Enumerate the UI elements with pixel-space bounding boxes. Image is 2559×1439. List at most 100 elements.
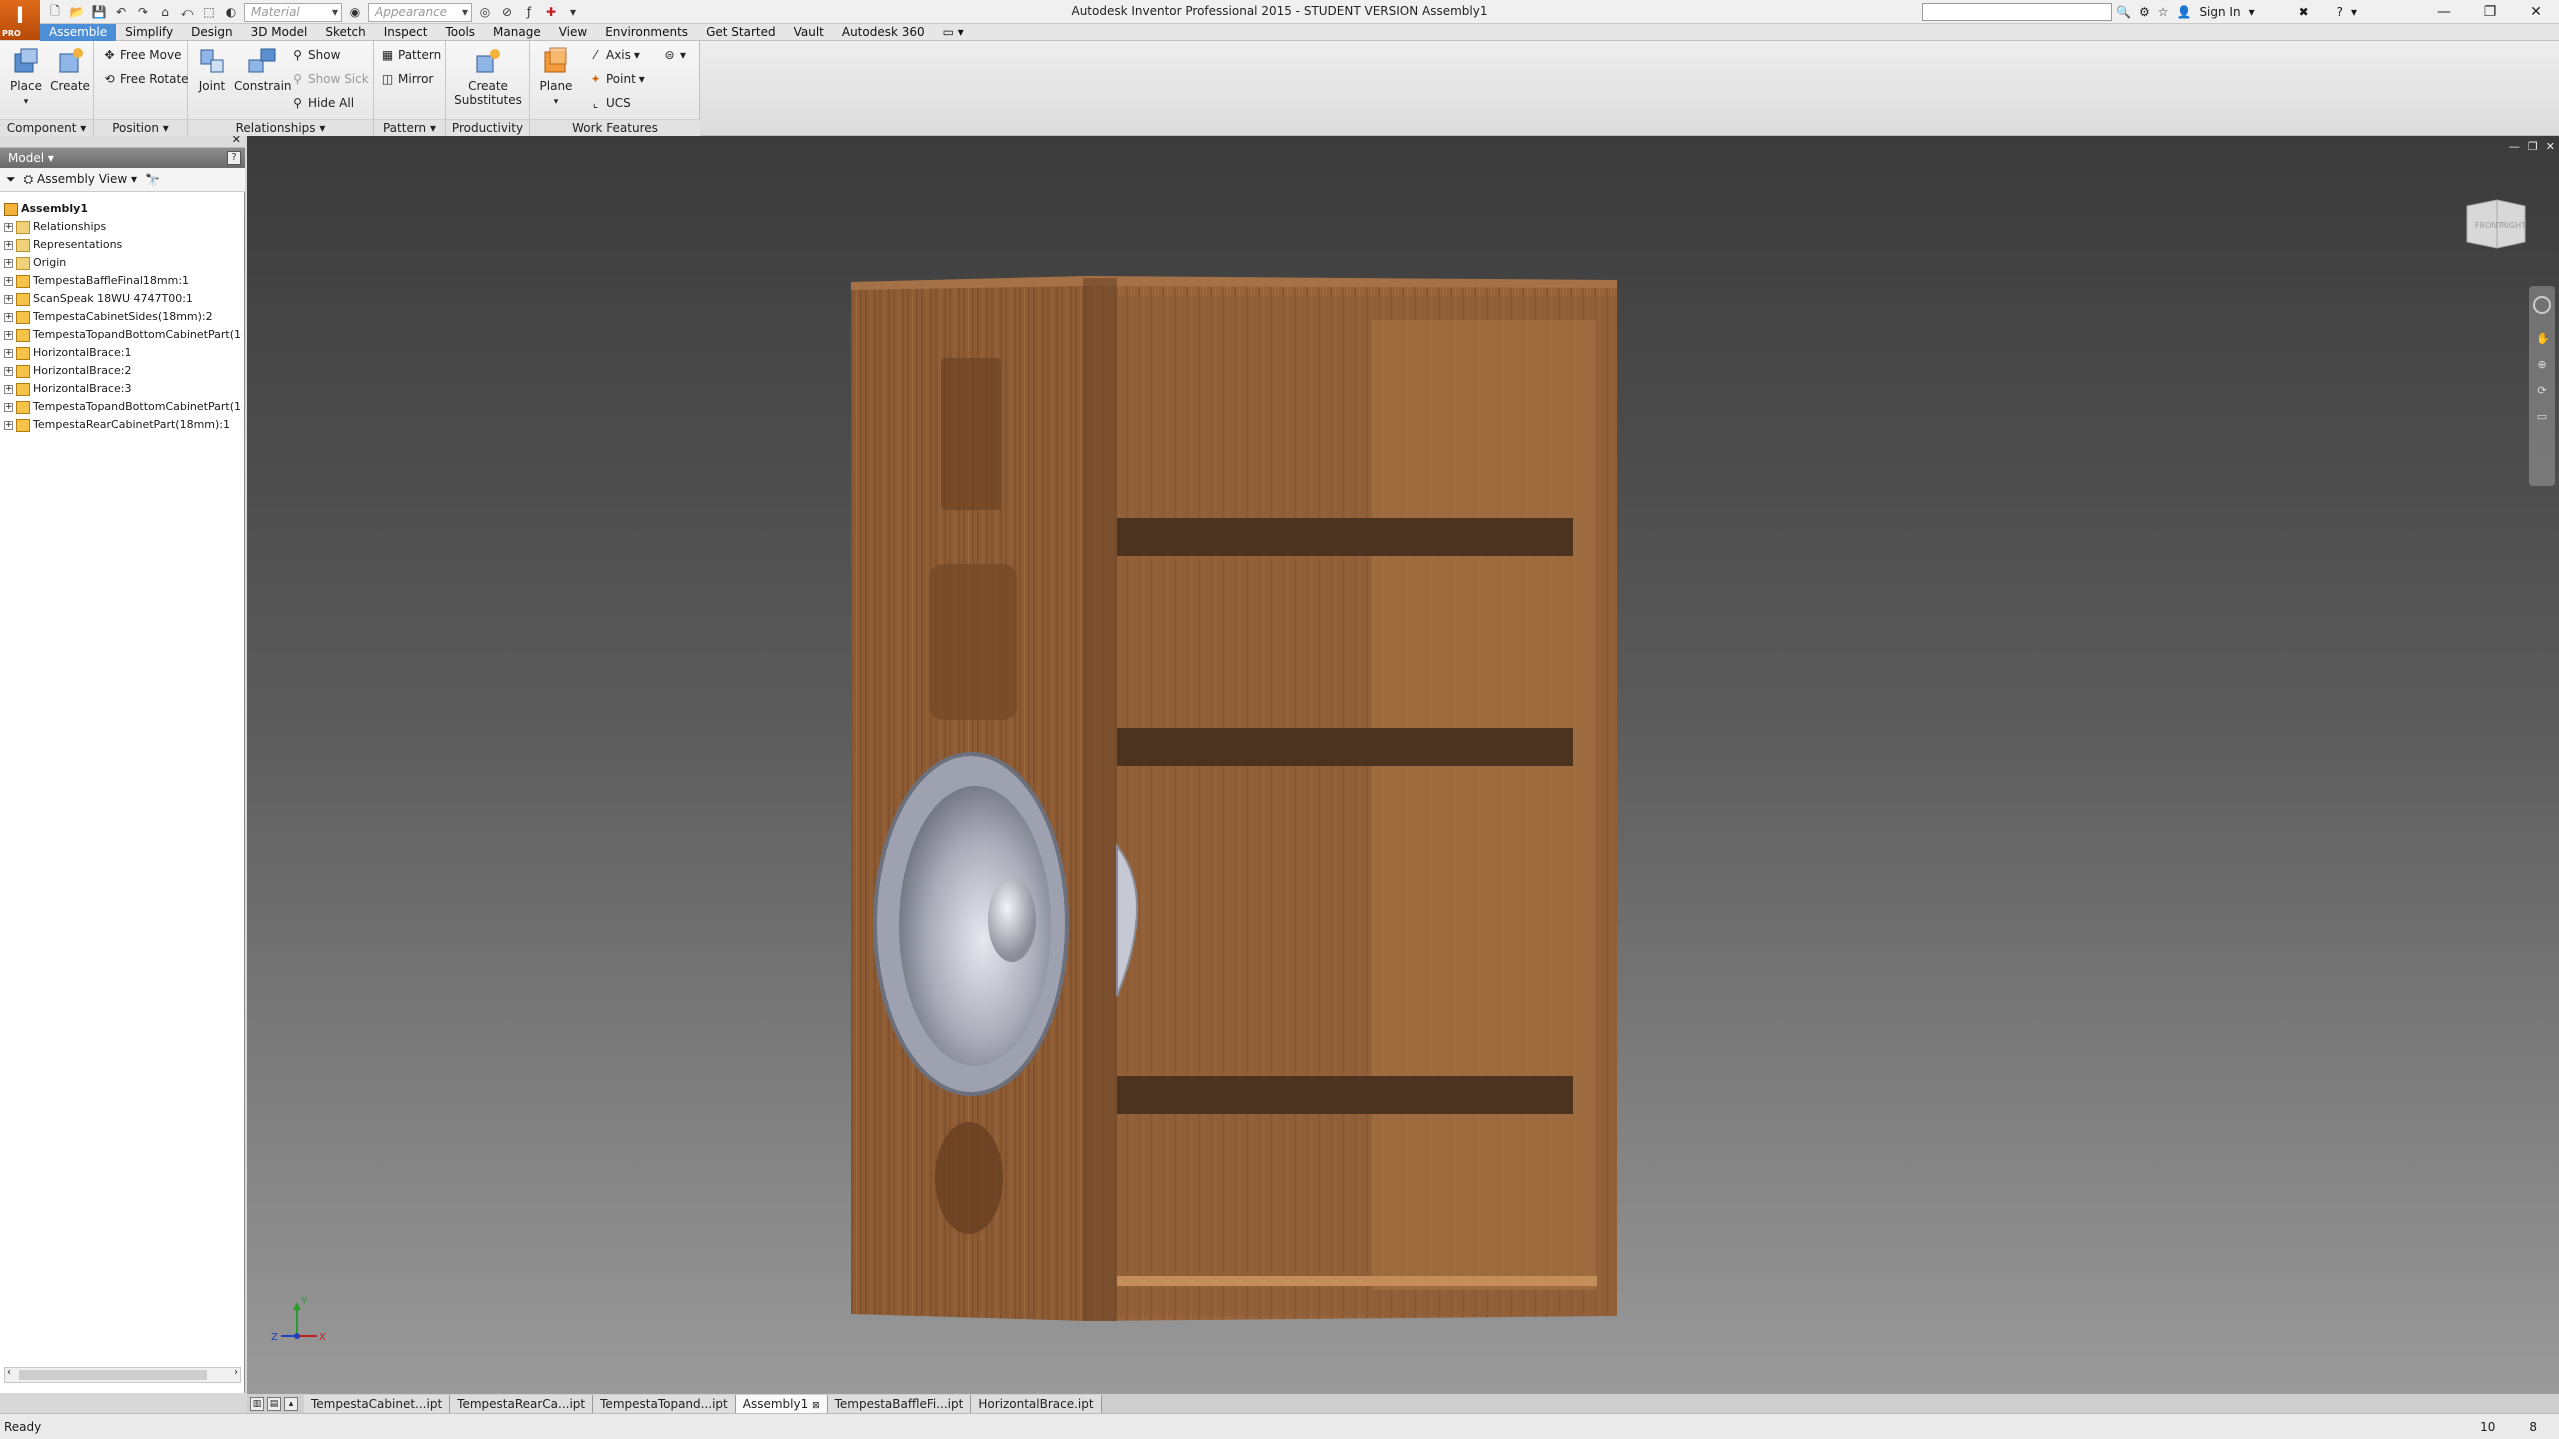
create-button[interactable]: Create [50, 45, 90, 93]
doc-tab[interactable]: TempestaRearCa...ipt [450, 1394, 594, 1413]
look-at-icon[interactable]: ▭ [2536, 410, 2548, 423]
tab-3d-model[interactable]: 3D Model [242, 24, 317, 41]
axis-button[interactable]: ⁄ Axis ▾ [588, 46, 639, 64]
graphics-viewport[interactable]: FRONT RIGHT ✋ ⊕ ⟳ ▭ — ❐ ✕ X Y Z [247, 136, 2559, 1393]
expand-icon[interactable]: + [4, 258, 13, 268]
expand-icon[interactable]: + [4, 348, 13, 358]
minimize-icon[interactable]: — [2509, 140, 2520, 153]
panel-relationships-label[interactable]: Relationships ▾ [188, 119, 373, 136]
expand-icon[interactable]: + [4, 312, 13, 322]
pattern-button[interactable]: ▦ Pattern [380, 46, 441, 64]
expand-icon[interactable]: + [4, 384, 13, 394]
tab-manage[interactable]: Manage [484, 24, 550, 41]
tab-get-started[interactable]: Get Started [697, 24, 785, 41]
steering-wheel-icon[interactable] [2533, 296, 2551, 314]
viewcube[interactable]: FRONT RIGHT [2463, 196, 2529, 252]
expand-icon[interactable]: + [4, 276, 13, 286]
restore-button[interactable]: ❐ [2467, 0, 2513, 24]
close-icon[interactable]: ✕ [2546, 140, 2555, 153]
scroll-left-icon[interactable]: ‹ [7, 1367, 11, 1378]
zoom-icon[interactable]: ⊕ [2536, 358, 2548, 371]
tree-item[interactable]: + HorizontalBrace:1 [4, 344, 242, 362]
ucs-button[interactable]: ⌞ UCS [588, 94, 631, 112]
constrain-button[interactable]: Constrain [234, 45, 292, 93]
horizontal-brace-3[interactable] [1117, 1076, 1573, 1114]
tree-item[interactable]: + TempestaTopandBottomCabinetPart(18m [4, 326, 242, 344]
plane-button[interactable]: Plane ▾ [536, 45, 576, 107]
doc-tab-active[interactable]: Assembly1 ⊠ [735, 1394, 828, 1413]
panel-options-button[interactable]: ⊜ ▾ [662, 46, 686, 64]
tab-vault[interactable]: Vault [785, 24, 833, 41]
panel-component-label[interactable]: Component ▾ [0, 119, 93, 136]
panel-pattern-label[interactable]: Pattern ▾ [374, 119, 445, 136]
browser-horizontal-scrollbar[interactable]: ‹ › [4, 1367, 241, 1383]
tree-root[interactable]: Assembly1 [4, 200, 242, 218]
close-icon[interactable]: ✕ [232, 133, 241, 146]
tab-environments[interactable]: Environments [596, 24, 697, 41]
favorites-icon[interactable]: ☆ [2158, 5, 2169, 19]
browser-header[interactable]: Model ▾ ? [0, 148, 245, 168]
expand-icon[interactable]: + [4, 402, 13, 412]
scroll-right-icon[interactable]: › [234, 1367, 238, 1378]
tab-simplify[interactable]: Simplify [116, 24, 182, 41]
pan-icon[interactable]: ✋ [2536, 332, 2550, 345]
doc-tab[interactable]: TempestaCabinet...ipt [304, 1394, 451, 1413]
help-search-input[interactable] [1922, 3, 2112, 21]
tab-assemble[interactable]: Assemble [40, 24, 117, 41]
user-icon[interactable]: 👤 [2176, 5, 2191, 19]
restore-icon[interactable]: ❐ [2528, 140, 2538, 153]
exchange-icon[interactable]: ✖ [2299, 5, 2309, 19]
help-icon[interactable]: ? [227, 151, 241, 165]
subscription-icon[interactable]: ⚙ [2139, 5, 2150, 19]
tree-item[interactable]: + HorizontalBrace:2 [4, 362, 242, 380]
expand-icon[interactable]: + [4, 420, 13, 430]
chevron-down-icon[interactable]: ▾ [2249, 5, 2255, 19]
expand-icon[interactable]: + [4, 222, 13, 232]
help-dropdown-icon[interactable]: ▾ [2351, 5, 2357, 19]
tab-view[interactable]: View [550, 24, 596, 41]
scrollbar-thumb[interactable] [19, 1370, 207, 1380]
expand-icon[interactable]: + [4, 366, 13, 376]
doc-tab[interactable]: HorizontalBrace.ipt [971, 1394, 1102, 1413]
tree-item[interactable]: + HorizontalBrace:3 [4, 380, 242, 398]
filter-icon[interactable]: ⏷ [6, 172, 16, 187]
orbit-icon[interactable]: ⟳ [2536, 384, 2548, 397]
search-icon[interactable]: 🔍 [2116, 5, 2131, 19]
free-rotate-button[interactable]: ⟲ Free Rotate [102, 70, 188, 88]
tab-inspect[interactable]: Inspect [375, 24, 437, 41]
doc-tab[interactable]: TempestaTopand...ipt [593, 1394, 736, 1413]
show-sick-button[interactable]: ⚲ Show Sick [290, 70, 369, 88]
cascade-icon[interactable]: ▤ [267, 1396, 281, 1411]
tree-item[interactable]: + Origin [4, 254, 242, 272]
expand-icon[interactable]: + [4, 330, 13, 340]
create-substitutes-button[interactable]: Create Substitutes [452, 45, 524, 107]
tab-tools[interactable]: Tools [436, 24, 484, 41]
mirror-button[interactable]: ◫ Mirror [380, 70, 434, 88]
application-menu-button[interactable]: I PRO [0, 0, 40, 40]
assembly-view-dropdown[interactable]: ⛭ Assembly View ▾ [24, 172, 137, 187]
ribbon-display-toggle[interactable]: ▭ ▾ [934, 24, 973, 41]
close-icon[interactable]: ⊠ [812, 1401, 820, 1411]
panel-position-label[interactable]: Position ▾ [94, 119, 187, 136]
show-button[interactable]: ⚲ Show [290, 46, 340, 64]
place-button[interactable]: Place ▾ [6, 45, 46, 107]
tree-item[interactable]: + ScanSpeak 18WU 4747T00:1 [4, 290, 242, 308]
find-icon[interactable]: 🔭 [145, 173, 160, 187]
help-icon[interactable]: ? [2337, 5, 2343, 19]
doc-tab[interactable]: TempestaBaffleFi...ipt [827, 1394, 972, 1413]
hide-all-button[interactable]: ⚲ Hide All [290, 94, 354, 112]
close-button[interactable]: ✕ [2513, 0, 2559, 24]
tree-item[interactable]: + Representations [4, 236, 242, 254]
open-documents-icon[interactable]: ▴ [284, 1396, 298, 1411]
horizontal-brace-2[interactable] [1117, 728, 1573, 766]
tree-item[interactable]: + TempestaBaffleFinal18mm:1 [4, 272, 242, 290]
tab-design[interactable]: Design [182, 24, 241, 41]
tree-item[interactable]: + TempestaTopandBottomCabinetPart(18m [4, 398, 242, 416]
free-move-button[interactable]: ✥ Free Move [102, 46, 181, 64]
sign-in-link[interactable]: Sign In [2199, 5, 2240, 19]
speaker-cabinet-model[interactable] [247, 136, 2559, 1393]
tree-item[interactable]: + TempestaCabinetSides(18mm):2 [4, 308, 242, 326]
horizontal-brace-1[interactable] [1117, 518, 1573, 556]
tile-icon[interactable]: ▥ [250, 1396, 264, 1411]
expand-icon[interactable]: + [4, 240, 13, 250]
